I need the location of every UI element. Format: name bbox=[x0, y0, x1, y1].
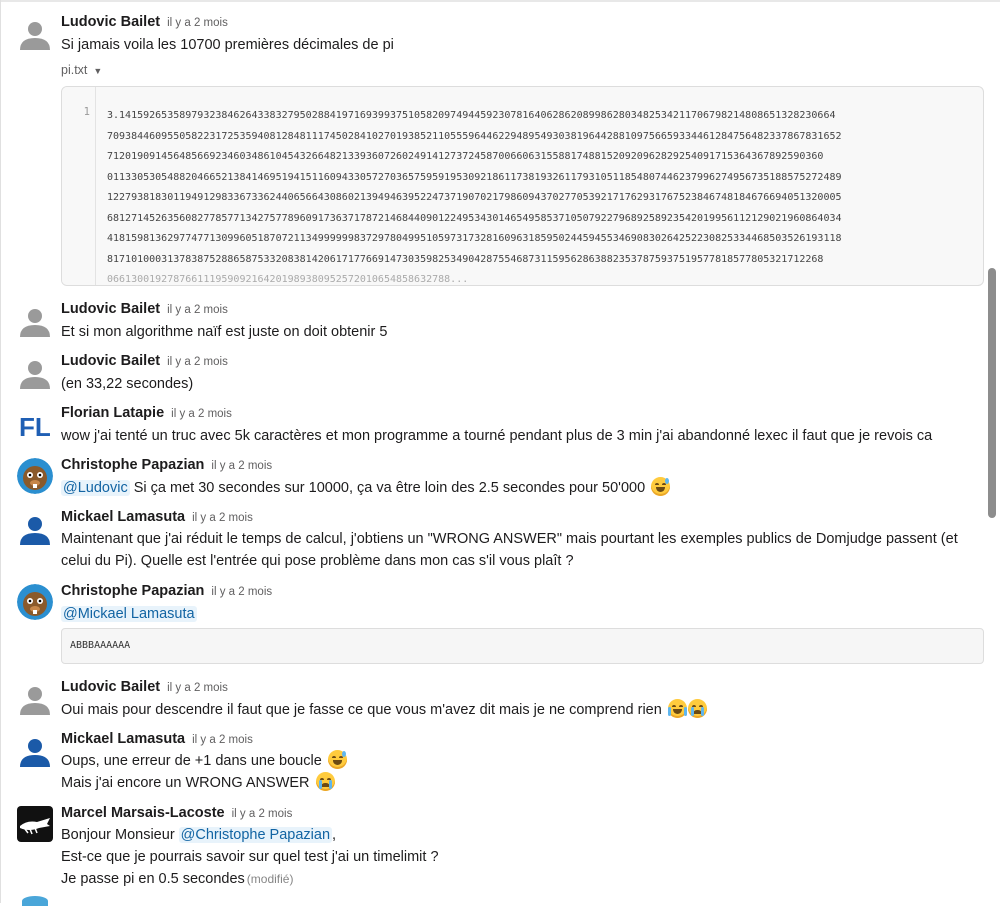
default-user-avatar[interactable] bbox=[17, 682, 53, 718]
scrollbar-thumb[interactable] bbox=[988, 268, 996, 518]
crying-emoji bbox=[687, 699, 707, 718]
timestamp[interactable]: il y a 2 mois bbox=[171, 408, 232, 420]
caret-down-icon: ▼ bbox=[93, 66, 103, 76]
code-line: 4181598136297747713099605187072113499999… bbox=[107, 233, 842, 244]
left-divider bbox=[0, 0, 1, 903]
timestamp[interactable]: il y a 2 mois bbox=[167, 356, 228, 368]
file-name-toggle[interactable]: pi.txt ▼ bbox=[61, 63, 102, 77]
default-user-avatar[interactable] bbox=[17, 17, 53, 53]
edited-label: (modifié) bbox=[246, 872, 294, 886]
message-text: Maintenant que j'ai réduit le temps de c… bbox=[61, 531, 958, 569]
timestamp[interactable]: il y a 2 mois bbox=[167, 304, 228, 316]
message-text: Mais j'ai encore un WRONG ANSWER bbox=[61, 772, 335, 794]
message-text: Bonjour Monsieur @Christophe Papazian, bbox=[61, 824, 336, 846]
author-name[interactable]: Ludovic Bailet bbox=[61, 679, 160, 695]
file-name: pi.txt bbox=[61, 63, 88, 77]
top-divider bbox=[0, 0, 1000, 2]
timestamp[interactable]: il y a 2 mois bbox=[192, 734, 253, 746]
message-text: Je passe pi en 0.5 secondes (modifié) bbox=[61, 868, 293, 890]
timestamp[interactable]: il y a 2 mois bbox=[167, 17, 228, 29]
message-body: Oups, une erreur de +1 dans une boucle bbox=[61, 753, 322, 769]
author-name[interactable]: Ludovic Bailet bbox=[61, 301, 160, 317]
user-mention[interactable]: @Christophe Papazian bbox=[178, 827, 333, 843]
message-body: , bbox=[332, 827, 337, 843]
timestamp[interactable]: il y a 2 mois bbox=[192, 512, 253, 524]
author-name[interactable]: Mickael Lamasuta bbox=[61, 509, 185, 525]
message-body: Oui mais pour descendre il faut que je f… bbox=[61, 702, 662, 718]
code-line: 8171010003137838752886587533208381420617… bbox=[107, 253, 824, 265]
timestamp[interactable]: il y a 2 mois bbox=[211, 586, 272, 598]
message-body: Mais j'ai encore un WRONG ANSWER bbox=[61, 775, 310, 791]
svg-text:FL: FL bbox=[19, 412, 51, 442]
author-name[interactable]: Marcel Marsais-Lacoste bbox=[61, 805, 225, 821]
timestamp[interactable]: il y a 2 mois bbox=[167, 682, 228, 694]
snippet-text: ABBBAAAAAA bbox=[70, 640, 131, 651]
line-number: 1 bbox=[83, 106, 90, 118]
code-line: 1227938183011949129833673362440656643086… bbox=[107, 192, 842, 203]
message-body: Si ça met 30 secondes sur 10000, ça va ê… bbox=[129, 480, 646, 496]
file-preview[interactable]: 1 3.141592653589793238462643383279502884… bbox=[61, 86, 984, 286]
author-name[interactable]: Mickael Lamasuta bbox=[61, 731, 185, 747]
author-name[interactable]: Florian Latapie bbox=[61, 405, 164, 421]
message-text: (en 33,22 secondes) bbox=[61, 376, 194, 392]
message-text: wow j'ai tenté un truc avec 5k caractère… bbox=[61, 428, 933, 444]
beaver-avatar[interactable] bbox=[17, 584, 53, 620]
sweat-smile-emoji bbox=[327, 750, 347, 769]
message-text: Oui mais pour descendre il faut que je f… bbox=[61, 699, 707, 721]
beaver-avatar[interactable] bbox=[17, 458, 53, 494]
file-content: 3.14159265358979323846264338327950288419… bbox=[107, 106, 977, 285]
author-name[interactable]: Ludovic Bailet bbox=[61, 353, 160, 369]
blue-user-avatar[interactable] bbox=[17, 512, 53, 548]
message-body: Bonjour Monsieur bbox=[61, 827, 179, 843]
message-body: Je passe pi en 0.5 secondes bbox=[61, 871, 245, 887]
blue-user-avatar[interactable] bbox=[17, 734, 53, 770]
author-name[interactable]: Christophe Papazian bbox=[61, 457, 204, 473]
message-text: Si jamais voila les 10700 premières déci… bbox=[61, 37, 394, 53]
code-line: 3.14159265358979323846264338327950288419… bbox=[107, 110, 836, 121]
message-text: @Ludovic Si ça met 30 secondes sur 10000… bbox=[61, 477, 671, 499]
timestamp[interactable]: il y a 2 mois bbox=[211, 460, 272, 472]
author-name[interactable]: Christophe Papazian bbox=[61, 583, 204, 599]
fl-logo-avatar[interactable]: FL bbox=[17, 408, 53, 444]
code-line-faded: 0661300192787661119590921642019893809525… bbox=[107, 274, 469, 285]
code-snippet[interactable]: ABBBAAAAAA bbox=[61, 628, 984, 664]
message-text: Oups, une erreur de +1 dans une boucle bbox=[61, 750, 347, 772]
code-line: 0113305305488204665213841469519415116094… bbox=[107, 171, 842, 183]
crocodile-logo-avatar[interactable] bbox=[17, 806, 53, 842]
user-mention[interactable]: @Mickael Lamasuta bbox=[61, 606, 197, 622]
sweat-smile-emoji bbox=[651, 477, 671, 496]
code-line: 7093844609550582231725359408128481117450… bbox=[107, 130, 842, 142]
default-user-avatar[interactable] bbox=[17, 356, 53, 392]
message-text: @Mickael Lamasuta bbox=[61, 603, 197, 625]
message-text: Et si mon algorithme naïf est juste on d… bbox=[61, 324, 388, 340]
user-mention[interactable]: @Ludovic bbox=[61, 480, 130, 496]
code-line: 7120190914564856692346034861045432664821… bbox=[107, 151, 824, 162]
next-message-avatar bbox=[22, 896, 48, 906]
laughing-tears-emoji bbox=[667, 699, 687, 718]
timestamp[interactable]: il y a 2 mois bbox=[232, 808, 293, 820]
code-line: 6812714526356082778577134275778960917363… bbox=[107, 212, 842, 224]
crying-emoji bbox=[315, 772, 335, 791]
line-number-gutter: 1 bbox=[62, 87, 96, 285]
message-text: Est-ce que je pourrais savoir sur quel t… bbox=[61, 849, 439, 865]
author-name[interactable]: Ludovic Bailet bbox=[61, 14, 160, 30]
default-user-avatar[interactable] bbox=[17, 304, 53, 340]
